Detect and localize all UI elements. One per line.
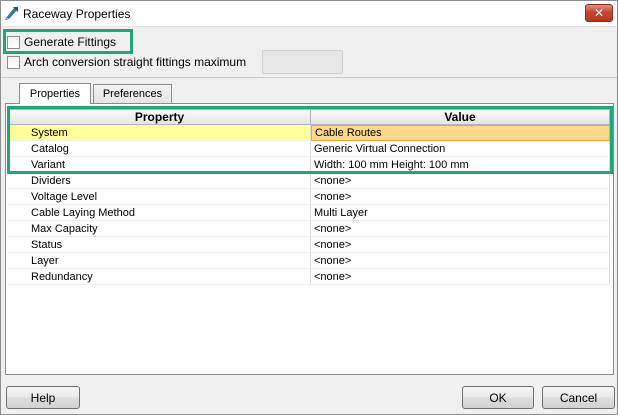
grid-row-max-capacity[interactable]: Max Capacity <none> [9, 221, 610, 237]
grid-row-dividers[interactable]: Dividers <none> [9, 173, 610, 189]
grid-row-cable-laying-method[interactable]: Cable Laying Method Multi Layer [9, 205, 610, 221]
value-cell[interactable]: <none> [311, 237, 610, 253]
property-cell: Voltage Level [9, 189, 311, 205]
value-cell[interactable]: <none> [311, 173, 610, 189]
value-cell[interactable]: <none> [311, 253, 610, 269]
tab-preferences[interactable]: Preferences [93, 84, 172, 103]
arch-conversion-max-input[interactable] [262, 50, 343, 74]
value-cell[interactable]: <none> [311, 269, 610, 285]
property-cell: Cable Laying Method [9, 205, 311, 221]
value-cell[interactable]: Multi Layer [311, 205, 610, 221]
property-cell: Status [9, 237, 311, 253]
property-cell: Layer [9, 253, 311, 269]
value-cell[interactable]: <none> [311, 189, 610, 205]
title-bar[interactable]: Raceway Properties ✕ [1, 1, 617, 27]
close-button[interactable]: ✕ [585, 4, 613, 22]
property-cell: Max Capacity [9, 221, 311, 237]
raceway-properties-dialog: Raceway Properties ✕ Generate Fittings A… [0, 0, 618, 415]
arch-conversion-option[interactable]: Arch conversion straight fittings maximu… [7, 53, 246, 71]
grid-row-voltage-level[interactable]: Voltage Level <none> [9, 189, 610, 205]
ok-button[interactable]: OK [462, 386, 534, 409]
tab-properties[interactable]: Properties [19, 83, 91, 104]
arch-conversion-label: Arch conversion straight fittings maximu… [24, 55, 247, 69]
separator [1, 77, 617, 78]
close-icon: ✕ [593, 6, 605, 20]
arch-conversion-checkbox[interactable] [7, 55, 20, 69]
window-title: Raceway Properties [23, 7, 131, 21]
cancel-button[interactable]: Cancel [542, 386, 615, 409]
grid-row-status[interactable]: Status <none> [9, 237, 610, 253]
grid-row-layer[interactable]: Layer <none> [9, 253, 610, 269]
value-cell[interactable]: <none> [311, 221, 610, 237]
property-cell: Redundancy [9, 269, 311, 285]
generate-fittings-highlight [3, 29, 133, 54]
grid-row-redundancy[interactable]: Redundancy <none> [9, 269, 610, 285]
app-icon [4, 5, 20, 21]
help-button[interactable]: Help [6, 386, 80, 409]
grid-rows-highlight [7, 106, 613, 174]
property-cell: Dividers [9, 173, 311, 189]
